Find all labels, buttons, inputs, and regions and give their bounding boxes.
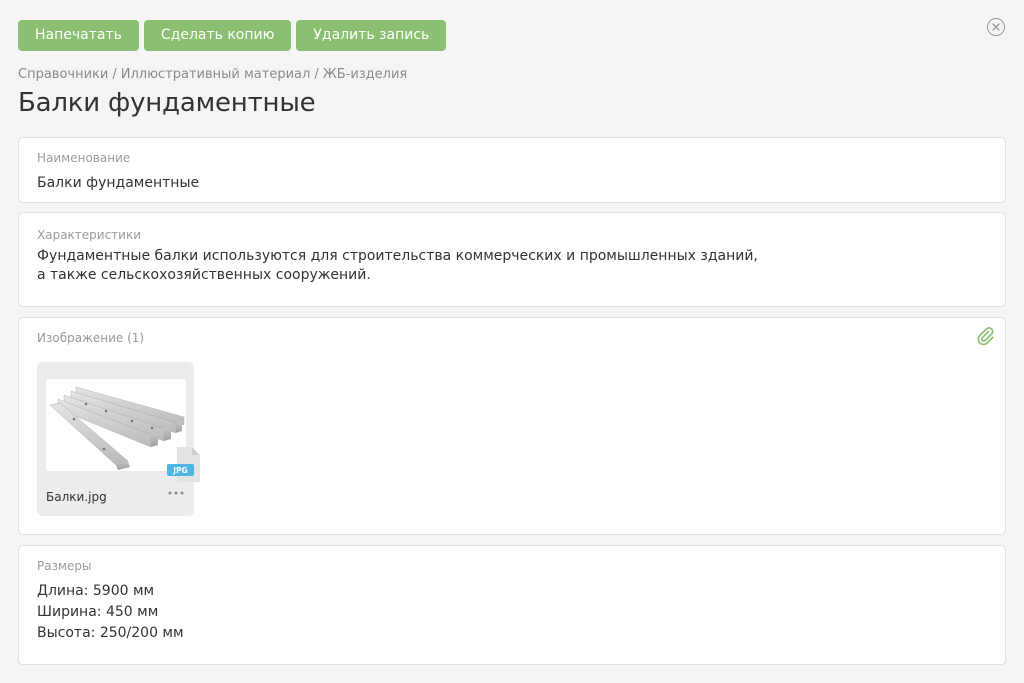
jpg-file-icon: JPG: [167, 447, 200, 482]
characteristics-value: Фундаментные балки используются для стро…: [37, 247, 758, 285]
name-value: Балки фундаментные: [37, 175, 200, 191]
characteristics-label: Характеристики: [37, 228, 142, 242]
close-icon: [992, 23, 1000, 31]
file-type-label: JPG: [172, 466, 187, 475]
record-page: Напечатать Сделать копию Удалить запись …: [0, 0, 1024, 683]
breadcrumb-item[interactable]: Иллюстративный материал: [121, 67, 311, 82]
image-thumbnail[interactable]: [46, 379, 186, 471]
breadcrumb-separator: /: [314, 67, 319, 82]
breadcrumb-separator: /: [112, 67, 117, 82]
image-field: Изображение (1) JPG Балки.jpg: [18, 317, 1006, 535]
dimension-line: Длина: 5900 мм: [37, 583, 155, 599]
characteristics-field[interactable]: Характеристики Фундаментные балки исполь…: [18, 212, 1006, 307]
file-tile[interactable]: JPG Балки.jpg: [37, 362, 200, 516]
close-button[interactable]: [987, 18, 1005, 36]
breadcrumb-item[interactable]: Справочники: [18, 67, 108, 82]
toolbar: Напечатать Сделать копию Удалить запись: [18, 20, 447, 51]
dimension-line: Ширина: 450 мм: [37, 604, 159, 620]
print-button[interactable]: Напечатать: [18, 20, 139, 51]
dimensions-value: Длина: 5900 мм Ширина: 450 мм Высота: 25…: [37, 581, 184, 644]
beams-picture: [49, 386, 185, 470]
name-label: Наименование: [37, 151, 131, 165]
page-title: Балки фундаментные: [18, 88, 316, 118]
breadcrumb-item[interactable]: ЖБ-изделия: [323, 67, 408, 82]
characteristics-line: Фундаментные балки используются для стро…: [37, 248, 758, 264]
characteristics-line: а также сельскохозяйственных сооружений.: [37, 267, 371, 283]
more-icon[interactable]: [167, 486, 185, 500]
delete-button[interactable]: Удалить запись: [296, 20, 447, 51]
dimensions-label: Размеры: [37, 559, 92, 573]
image-label: Изображение (1): [37, 331, 145, 345]
dimension-line: Высота: 250/200 мм: [37, 625, 184, 641]
copy-button[interactable]: Сделать копию: [143, 20, 292, 51]
file-name: Балки.jpg: [46, 490, 107, 504]
breadcrumb: Справочники / Иллюстративный материал / ЖБ-и…: [18, 67, 407, 82]
name-field[interactable]: Наименование Балки фундаментные: [18, 137, 1006, 203]
dimensions-field[interactable]: Размеры Длина: 5900 мм Ширина: 450 мм Вы…: [18, 545, 1006, 665]
paperclip-icon[interactable]: [977, 326, 995, 346]
